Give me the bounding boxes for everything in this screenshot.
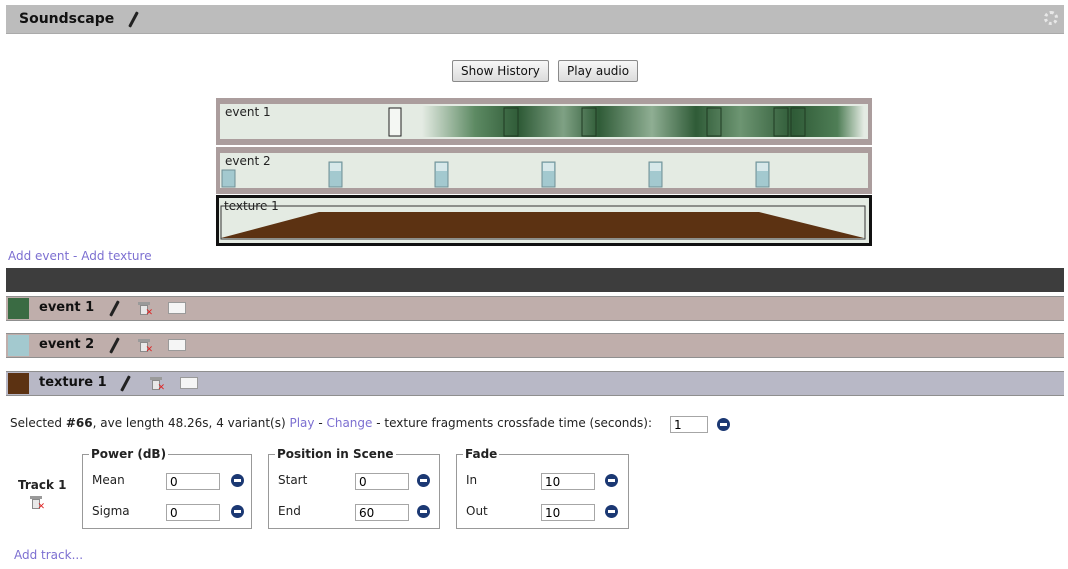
show-history-button[interactable]: Show History [452, 60, 549, 82]
event-1-marker [388, 107, 402, 137]
set-fade-in-icon[interactable] [605, 474, 618, 487]
fade-out-label: Out [466, 504, 488, 518]
timeline-lane-texture-1[interactable]: texture 1 [216, 195, 872, 246]
event-2-markers [221, 161, 770, 188]
start-label: Start [278, 473, 308, 487]
event-2-marker [221, 169, 236, 188]
section-event-2[interactable]: event 2 ✕ [6, 333, 1064, 358]
event-1-density [422, 106, 864, 137]
section-texture-1[interactable]: texture 1 ✕ [6, 371, 1064, 396]
color-swatch [8, 298, 29, 319]
set-end-icon[interactable] [417, 505, 430, 518]
color-swatch [8, 335, 29, 356]
set-fade-out-icon[interactable] [605, 505, 618, 518]
texture-1-envelope [220, 205, 866, 240]
add-track-link[interactable]: Add track... [14, 548, 83, 562]
set-crossfade-icon[interactable] [717, 418, 730, 431]
trash-icon[interactable]: ✕ [150, 377, 165, 393]
lane-label-event-2: event 2 [225, 154, 271, 168]
color-swatch [8, 373, 29, 394]
play-audio-button[interactable]: Play audio [558, 60, 639, 82]
lane-label-texture-1: texture 1 [224, 199, 279, 213]
texture-info-line: Selected #66, ave length 48.26s, 4 varia… [10, 416, 653, 430]
section-name: event 1 [39, 300, 95, 315]
trash-icon[interactable]: ✕ [138, 339, 153, 355]
set-mean-icon[interactable] [231, 474, 244, 487]
timeline-lane-event-1[interactable]: event 1 [216, 98, 872, 145]
delete-track-icon[interactable]: ✕ [30, 496, 45, 512]
section-event-1[interactable]: event 1 ✕ [6, 296, 1064, 321]
timeline-lane-event-2[interactable]: event 2 [216, 147, 872, 194]
play-link[interactable]: Play [289, 416, 314, 430]
crossfade-time-input[interactable] [670, 416, 708, 433]
end-label: End [278, 504, 301, 518]
trash-icon[interactable]: ✕ [138, 302, 153, 318]
edit-pencil-icon[interactable] [120, 375, 131, 392]
soundscape-title-bar: Soundscape [6, 5, 1064, 34]
selected-id: #66 [65, 416, 93, 430]
texture-1-shape [221, 212, 864, 238]
set-start-icon[interactable] [417, 474, 430, 487]
mean-label: Mean [92, 473, 125, 487]
divider-bar [6, 268, 1064, 292]
edit-pencil-icon[interactable] [109, 300, 120, 317]
set-sigma-icon[interactable] [231, 505, 244, 518]
edit-pencil-icon[interactable] [109, 337, 120, 354]
comment-icon[interactable] [168, 302, 186, 314]
sigma-input[interactable] [166, 504, 220, 521]
fade-out-input[interactable] [541, 504, 595, 521]
event-1-waveform [388, 106, 864, 137]
section-name: texture 1 [39, 375, 107, 390]
comment-icon[interactable] [180, 377, 198, 389]
timeline: event 1 event 2 texture 1 [216, 98, 872, 246]
edit-title-pencil-icon[interactable] [128, 11, 139, 28]
mean-input[interactable] [166, 473, 220, 490]
lane-label-event-1: event 1 [225, 105, 271, 119]
add-event-link[interactable]: Add event [8, 249, 69, 263]
page-title: Soundscape [19, 11, 115, 27]
comment-icon[interactable] [168, 339, 186, 351]
sigma-label: Sigma [92, 504, 130, 518]
add-texture-link[interactable]: Add texture [81, 249, 151, 263]
end-input[interactable] [355, 504, 409, 521]
fade-in-input[interactable] [541, 473, 595, 490]
fade-in-label: In [466, 473, 478, 487]
section-name: event 2 [39, 337, 95, 352]
start-input[interactable] [355, 473, 409, 490]
settings-gear-icon[interactable] [1044, 11, 1058, 25]
change-link[interactable]: Change [326, 416, 372, 430]
track-label: Track 1 [18, 478, 67, 492]
add-links: Add event - Add texture [8, 249, 152, 263]
